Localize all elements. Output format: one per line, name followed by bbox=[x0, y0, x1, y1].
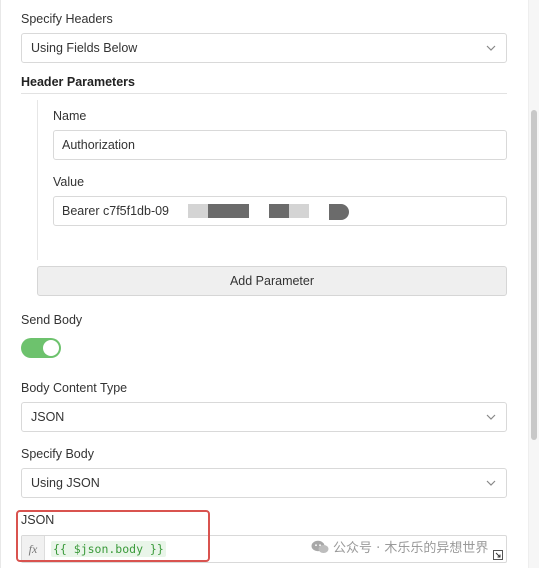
send-body-label: Send Body bbox=[21, 313, 83, 327]
header-parameters-divider bbox=[21, 93, 507, 94]
name-label: Name bbox=[53, 109, 87, 123]
redaction-mark bbox=[208, 204, 249, 218]
redaction-mark bbox=[188, 204, 208, 218]
watermark: 公众号 · 木乐乐的异想世界 bbox=[311, 537, 488, 556]
highlight-annotation bbox=[16, 510, 210, 562]
header-name-value: Authorization bbox=[62, 138, 135, 152]
add-parameter-button[interactable]: Add Parameter bbox=[37, 266, 507, 296]
chevron-down-icon bbox=[486, 45, 496, 51]
specify-headers-label: Specify Headers bbox=[21, 12, 113, 26]
expand-editor-icon[interactable] bbox=[493, 550, 503, 560]
specify-body-label: Specify Body bbox=[21, 447, 94, 461]
body-content-type-select[interactable]: JSON bbox=[21, 402, 507, 432]
chevron-down-icon bbox=[486, 480, 496, 486]
body-content-type-label: Body Content Type bbox=[21, 381, 128, 395]
body-content-type-value: JSON bbox=[31, 410, 65, 424]
wechat-logo-icon bbox=[311, 540, 329, 553]
send-body-toggle[interactable] bbox=[21, 338, 61, 358]
panel-left-border bbox=[0, 0, 1, 568]
value-label: Value bbox=[53, 175, 85, 189]
specify-body-select[interactable]: Using JSON bbox=[21, 468, 507, 498]
header-name-input[interactable]: Authorization bbox=[53, 130, 507, 160]
parameter-group-indent-line bbox=[37, 100, 38, 260]
header-value-value: Bearer c7f5f1db-09 bbox=[62, 204, 170, 218]
chevron-down-icon bbox=[486, 414, 496, 420]
redaction-mark bbox=[269, 204, 289, 218]
vertical-scrollbar[interactable] bbox=[528, 0, 539, 568]
header-parameters-title: Header Parameters bbox=[21, 75, 135, 89]
scrollbar-thumb[interactable] bbox=[531, 110, 537, 440]
toggle-knob bbox=[43, 340, 59, 356]
specify-body-value: Using JSON bbox=[31, 476, 100, 490]
watermark-text: 公众号 · 木乐乐的异想世界 bbox=[333, 541, 489, 556]
specify-headers-value: Using Fields Below bbox=[31, 41, 138, 55]
redaction-mark bbox=[329, 204, 349, 220]
redaction-mark bbox=[289, 204, 309, 218]
specify-headers-select[interactable]: Using Fields Below bbox=[21, 33, 507, 63]
node-parameters-panel: Specify Headers Using Fields Below Heade… bbox=[0, 0, 539, 568]
